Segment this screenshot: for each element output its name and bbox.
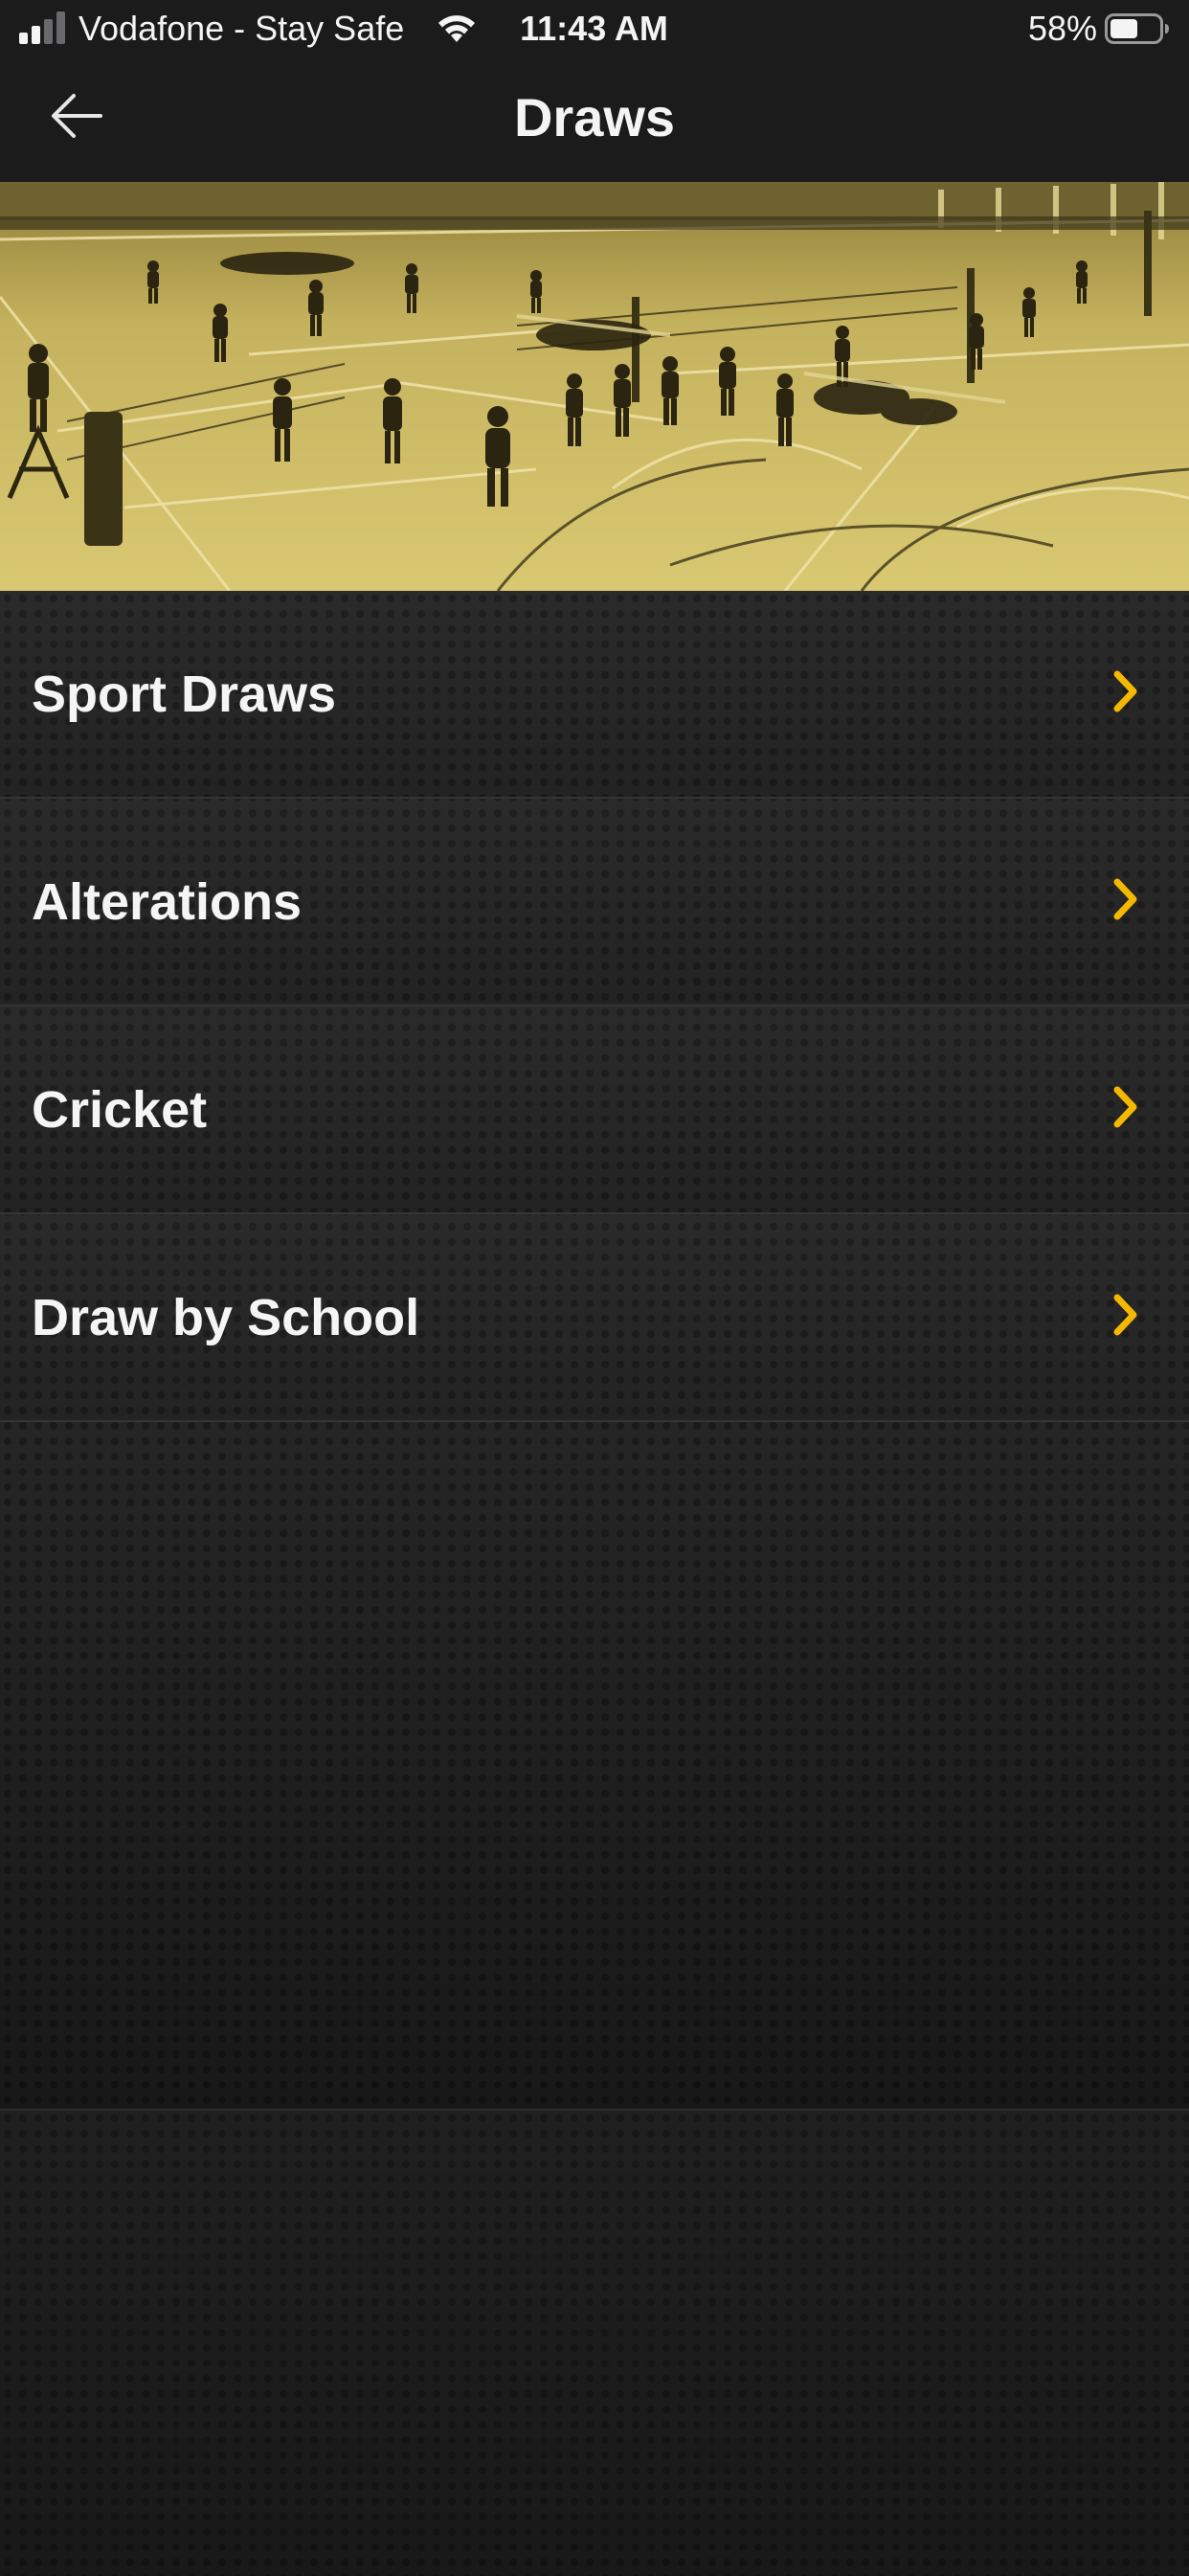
hero-banner-image: [0, 182, 1189, 591]
menu-item-sport-draws[interactable]: Sport Draws: [0, 591, 1189, 799]
volleyball-hall-photo: [0, 182, 1189, 591]
carrier-name: Vodafone - Stay Safe: [79, 9, 405, 48]
menu-item-label: Alterations: [32, 872, 303, 931]
page-title: Draws: [513, 86, 676, 147]
chevron-right-icon: [1113, 878, 1137, 920]
navigation-bar: Draws: [0, 57, 1189, 182]
wifi-icon: [438, 15, 475, 42]
bottom-background: [0, 2109, 1189, 2576]
menu-item-label: Cricket: [32, 1080, 208, 1139]
menu-item-label: Draw by School: [32, 1288, 420, 1346]
chevron-right-icon: [1113, 1086, 1137, 1128]
status-bar: Vodafone - Stay Safe 11:43 AM 58%: [0, 0, 1189, 57]
menu-shadow-overlay: [0, 1438, 1189, 2109]
menu-item-alterations[interactable]: Alterations: [0, 799, 1189, 1006]
chevron-right-icon: [1113, 1294, 1137, 1336]
chevron-right-icon: [1113, 670, 1137, 712]
battery-icon: [1105, 13, 1169, 44]
menu-item-draw-by-school[interactable]: Draw by School: [0, 1214, 1189, 1422]
cellular-signal-icon: [19, 11, 65, 44]
menu-item-cricket[interactable]: Cricket: [0, 1006, 1189, 1214]
menu-item-label: Sport Draws: [32, 665, 337, 723]
battery-percent: 58%: [1027, 9, 1097, 48]
draws-menu-list: Sport Draws Alterations Cricket Draw by …: [0, 591, 1189, 2109]
status-time-text: 11:43 AM: [520, 9, 668, 48]
